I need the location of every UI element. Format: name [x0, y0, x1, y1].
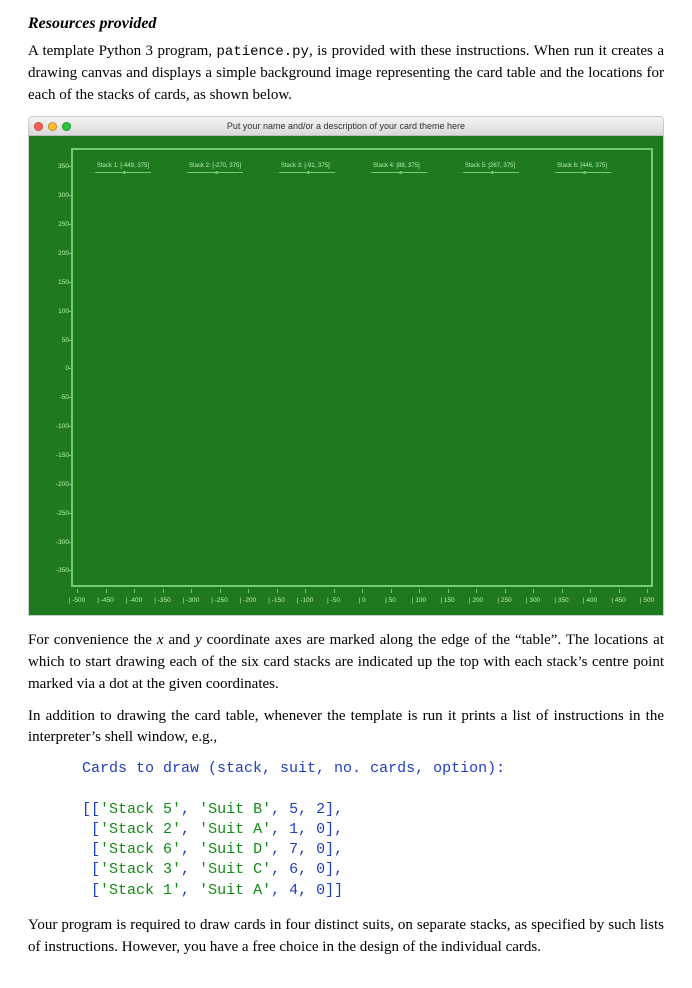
stack-label-2: Stack 2: [-270, 375]	[189, 162, 241, 171]
x-tick: | 450	[611, 596, 625, 605]
x-tick-mark	[391, 589, 392, 593]
stack-label-6: Stack 6: [446, 375]	[557, 162, 607, 171]
x-tick-mark	[163, 589, 164, 593]
x-tick-mark	[191, 589, 192, 593]
x-tick-mark	[305, 589, 306, 593]
window-title-bar: Put your name and/or a description of yo…	[29, 117, 663, 135]
x-tick: | -200	[240, 596, 257, 605]
x-tick-mark	[619, 589, 620, 593]
y-tick-mark	[69, 224, 73, 225]
x-tick: | -250	[211, 596, 228, 605]
x-tick: | 200	[469, 596, 483, 605]
stack-label-5: Stack 5: [267, 375]	[465, 162, 515, 171]
y-tick: 50	[43, 336, 69, 345]
x-tick: | -300	[183, 596, 200, 605]
x-tick: | 250	[497, 596, 511, 605]
drawing-canvas: 350 300 250 200 150 100 50 0 -50 -100 -150 -200 -250…	[29, 135, 663, 615]
stack-label-1: Stack 1: [-449, 375]	[97, 162, 149, 171]
x-tick-mark	[647, 589, 648, 593]
x-tick-mark	[220, 589, 221, 593]
x-tick-mark	[106, 589, 107, 593]
x-tick: | 400	[583, 596, 597, 605]
filename-code: patience.py	[217, 44, 309, 60]
x-tick-mark	[77, 589, 78, 593]
y-tick: -150	[43, 451, 69, 460]
x-tick-mark	[562, 589, 563, 593]
x-tick: | 150	[440, 596, 454, 605]
x-tick-mark	[533, 589, 534, 593]
shell-output: Cards to draw (stack, suit, no. cards, o…	[28, 759, 664, 901]
y-tick: -300	[43, 538, 69, 547]
x-tick: | -100	[297, 596, 314, 605]
x-tick-mark	[362, 589, 363, 593]
y-tick: 250	[43, 220, 69, 229]
x-tick: | -350	[154, 596, 171, 605]
x-tick-mark	[505, 589, 506, 593]
canvas-window: Put your name and/or a description of yo…	[28, 116, 664, 616]
y-tick: -250	[43, 509, 69, 518]
y-tick-mark	[69, 397, 73, 398]
y-tick-mark	[69, 484, 73, 485]
x-tick-mark	[334, 589, 335, 593]
y-tick: 150	[43, 278, 69, 287]
y-tick: 0	[43, 364, 69, 373]
x-tick: | -150	[268, 596, 285, 605]
x-tick: | 350	[554, 596, 568, 605]
x-tick: | 500	[640, 596, 654, 605]
canvas-border	[71, 148, 653, 587]
y-tick: -200	[43, 480, 69, 489]
x-tick: | 100	[412, 596, 426, 605]
x-tick: | -450	[97, 596, 114, 605]
paragraph-2: For convenience the x and y coordinate a…	[28, 630, 664, 695]
x-tick: | -400	[126, 596, 143, 605]
y-tick-mark	[69, 253, 73, 254]
y-tick-mark	[69, 166, 73, 167]
x-tick-mark	[590, 589, 591, 593]
paragraph-3: In addition to drawing the card table, w…	[28, 706, 664, 750]
y-tick-mark	[69, 455, 73, 456]
y-tick: -50	[43, 393, 69, 402]
x-tick-mark	[476, 589, 477, 593]
x-tick: | 300	[526, 596, 540, 605]
x-tick: | 50	[385, 596, 396, 605]
stack-label-4: Stack 4: [88, 375]	[373, 162, 420, 171]
window-title: Put your name and/or a description of yo…	[29, 120, 663, 133]
section-heading: Resources provided	[28, 12, 664, 35]
x-tick: | -500	[69, 596, 86, 605]
x-tick-mark	[248, 589, 249, 593]
y-tick-mark	[69, 340, 73, 341]
y-tick: 300	[43, 191, 69, 200]
y-tick: 350	[43, 162, 69, 171]
y-tick: -100	[43, 422, 69, 431]
x-tick-mark	[134, 589, 135, 593]
x-tick-mark	[448, 589, 449, 593]
y-tick: -350	[43, 566, 69, 575]
y-tick: 100	[43, 307, 69, 316]
y-tick-mark	[69, 570, 73, 571]
y-tick-mark	[69, 282, 73, 283]
y-tick: 200	[43, 249, 69, 258]
y-tick-mark	[69, 426, 73, 427]
stack-label-3: Stack 3: [-91, 375]	[281, 162, 330, 171]
p1-text-a: A template Python 3 program,	[28, 43, 217, 59]
x-tick: | -50	[327, 596, 340, 605]
x-tick: | 0	[358, 596, 365, 605]
y-tick-mark	[69, 368, 73, 369]
x-tick-mark	[277, 589, 278, 593]
paragraph-1: A template Python 3 program, patience.py…	[28, 41, 664, 106]
y-tick-mark	[69, 195, 73, 196]
y-tick-mark	[69, 513, 73, 514]
x-tick-mark	[419, 589, 420, 593]
paragraph-4: Your program is required to draw cards i…	[28, 915, 664, 959]
y-tick-mark	[69, 311, 73, 312]
y-tick-mark	[69, 542, 73, 543]
